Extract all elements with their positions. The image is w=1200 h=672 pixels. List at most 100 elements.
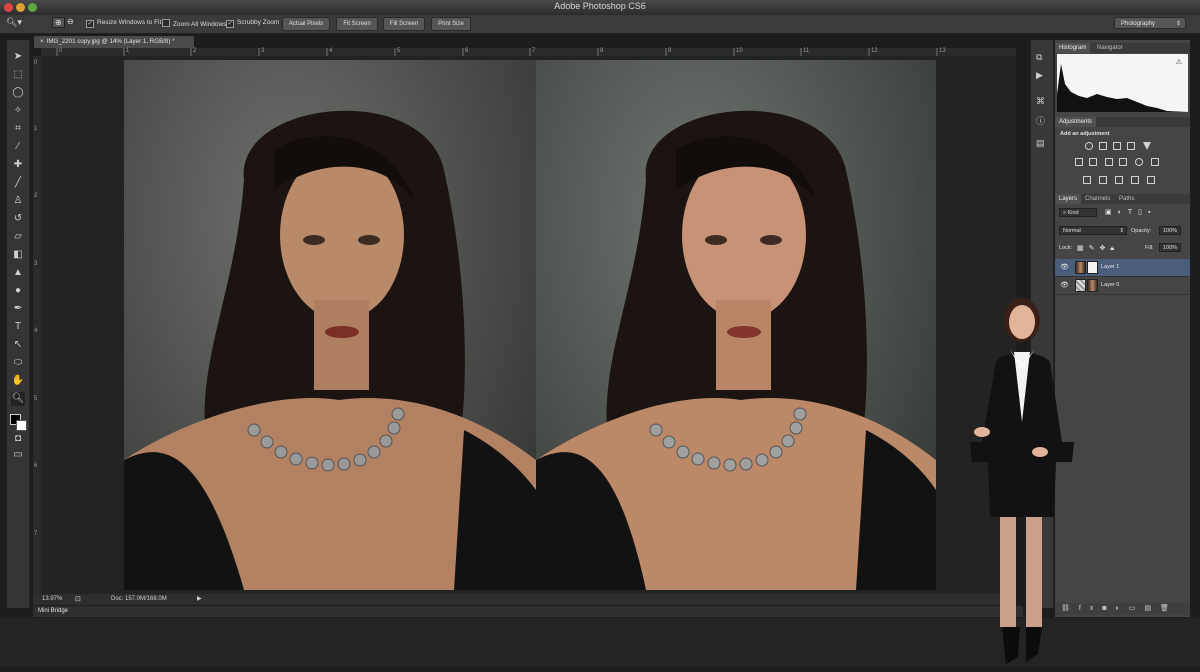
- levels-icon[interactable]: [1099, 142, 1107, 150]
- layer-filter-icons[interactable]: ▣◐T▯▪: [1105, 208, 1156, 216]
- ruler-h-8: 8: [600, 48, 604, 54]
- selective-color-icon[interactable]: [1147, 176, 1155, 184]
- visibility-eye-icon[interactable]: 👁︎: [1060, 259, 1069, 276]
- shape-tool-icon[interactable]: ⬭: [11, 356, 25, 370]
- ruler-h-6: 6: [465, 48, 469, 54]
- actions-panel-icon[interactable]: ▶: [1036, 70, 1043, 81]
- workspace-label: Photography: [1121, 21, 1156, 27]
- invert-icon[interactable]: [1083, 176, 1091, 184]
- ruler-h-11: 11: [803, 48, 810, 54]
- adjustments-tabs: Adjustments: [1055, 117, 1190, 127]
- filter-kind-label: Kind: [1067, 210, 1079, 216]
- portrait-after-image: [536, 60, 936, 590]
- zoom-tool-preset-icon[interactable]: 🔍︎▾: [6, 17, 22, 28]
- type-tool-icon[interactable]: T: [11, 320, 25, 334]
- vibrance-icon[interactable]: [1143, 142, 1151, 150]
- zoom-all-windows-checkbox[interactable]: Zoom All Windows: [162, 19, 226, 28]
- ruler-h-2: 2: [193, 48, 197, 54]
- gradient-tool-icon[interactable]: ◧: [11, 248, 25, 262]
- portrait-after-illustration: [536, 110, 936, 590]
- layer-1-thumbnail: [1075, 261, 1086, 274]
- zoom-level[interactable]: 13.97%: [42, 594, 62, 605]
- lasso-tool-icon[interactable]: ◯: [11, 86, 25, 100]
- brush-tool-icon[interactable]: ╱: [11, 176, 25, 190]
- title-bar: Adobe Photoshop CS6: [0, 0, 1200, 16]
- background-color-swatch[interactable]: [16, 420, 27, 431]
- ruler-h-13: 13: [939, 48, 946, 54]
- screen-mode-icon[interactable]: ▭: [11, 448, 25, 462]
- photo-filter-icon[interactable]: [1119, 158, 1127, 166]
- black-white-icon[interactable]: [1105, 158, 1113, 166]
- blur-tool-icon[interactable]: ▲: [11, 266, 25, 280]
- blend-mode-select[interactable]: Normal ⇕: [1059, 226, 1127, 235]
- fit-screen-button[interactable]: Fit Screen: [336, 17, 378, 31]
- fill-screen-button[interactable]: Fill Screen: [383, 17, 425, 31]
- crop-tool-icon[interactable]: ⌗: [11, 122, 25, 136]
- portrait-before-illustration: [124, 110, 536, 590]
- layer-name: Layer 0: [1101, 282, 1120, 288]
- channel-mixer-icon[interactable]: [1135, 158, 1143, 166]
- color-lookup-icon[interactable]: [1151, 158, 1159, 166]
- status-info-icon[interactable]: ⊡: [75, 594, 81, 605]
- mini-bridge-tab[interactable]: Mini Bridge: [33, 606, 1023, 617]
- healing-brush-tool-icon[interactable]: ✚: [11, 158, 25, 172]
- tab-adjustments[interactable]: Adjustments: [1055, 117, 1097, 127]
- brightness-contrast-icon[interactable]: [1085, 142, 1093, 150]
- document-tab-title: IMG_2201 copy.jpg @ 14% (Layer 1, RGB/8)…: [46, 38, 175, 45]
- zoom-tool-icon[interactable]: 🔍︎: [11, 392, 25, 406]
- posterize-icon[interactable]: [1099, 176, 1107, 184]
- hue-saturation-icon[interactable]: [1075, 158, 1083, 166]
- workspace-selector[interactable]: Photography ⇕: [1114, 17, 1186, 29]
- document-tab[interactable]: × IMG_2201 copy.jpg @ 14% (Layer 1, RGB/8…: [34, 36, 194, 48]
- path-selection-tool-icon[interactable]: ↖: [11, 338, 25, 352]
- gradient-map-icon[interactable]: [1131, 176, 1139, 184]
- tab-channels[interactable]: Channels: [1081, 194, 1114, 204]
- ruler-h-1: 1: [126, 48, 130, 54]
- tab-layers[interactable]: Layers: [1055, 194, 1082, 204]
- tab-navigator[interactable]: Navigator: [1093, 43, 1127, 53]
- threshold-icon[interactable]: [1115, 176, 1123, 184]
- exposure-icon[interactable]: [1127, 142, 1135, 150]
- opacity-label: Opacity:: [1131, 228, 1152, 234]
- quick-mask-icon[interactable]: ◘: [11, 432, 25, 446]
- doc-size: Doc: 157.0M/168.0M: [111, 596, 167, 602]
- layer-1-mask-thumbnail: [1087, 261, 1098, 274]
- info-panel-icon[interactable]: ⓘ: [1036, 114, 1045, 127]
- print-size-button[interactable]: Print Size: [431, 17, 471, 31]
- brush-panel-icon[interactable]: ⌘: [1036, 96, 1045, 107]
- tab-paths[interactable]: Paths: [1115, 194, 1138, 204]
- layer-row-layer-1[interactable]: 👁︎ Layer 1: [1055, 259, 1190, 277]
- curves-icon[interactable]: [1113, 142, 1121, 150]
- zoom-in-icon[interactable]: ⊕: [52, 17, 65, 28]
- properties-panel-icon[interactable]: ▤: [1036, 138, 1045, 149]
- eyedropper-tool-icon[interactable]: ⁄: [11, 140, 25, 154]
- fill-input[interactable]: 100%: [1159, 243, 1181, 252]
- marquee-tool-icon[interactable]: ⬚: [11, 68, 25, 82]
- actual-pixels-button[interactable]: Actual Pixels: [282, 17, 330, 31]
- clone-stamp-tool-icon[interactable]: ♙: [11, 194, 25, 208]
- pen-tool-icon[interactable]: ✒: [11, 302, 25, 316]
- opacity-input[interactable]: 100%: [1159, 226, 1181, 235]
- close-document-icon[interactable]: ×: [40, 38, 44, 45]
- ruler-v-5: 5: [34, 396, 38, 402]
- lock-icons[interactable]: ▦✎✥🔒︎: [1077, 244, 1119, 253]
- zoom-all-windows-label: Zoom All Windows: [173, 21, 227, 28]
- document-canvas[interactable]: [41, 56, 1016, 594]
- layer-filter-kind[interactable]: ⌕ Kind: [1059, 208, 1097, 217]
- eraser-tool-icon[interactable]: ▱: [11, 230, 25, 244]
- quick-select-tool-icon[interactable]: ✧: [11, 104, 25, 118]
- status-menu-arrow-icon[interactable]: ▶: [197, 594, 202, 605]
- history-brush-tool-icon[interactable]: ↺: [11, 212, 25, 226]
- color-balance-icon[interactable]: [1089, 158, 1097, 166]
- tab-histogram[interactable]: Histogram: [1055, 43, 1091, 53]
- warning-triangle-icon[interactable]: ⚠: [1176, 58, 1182, 66]
- resize-windows-checkbox[interactable]: ✓ Resize Windows to Fit: [86, 19, 161, 28]
- move-tool-icon[interactable]: ➤: [11, 50, 25, 64]
- window-title: Adobe Photoshop CS6: [554, 1, 646, 11]
- hand-tool-icon[interactable]: ✋: [11, 374, 25, 388]
- history-panel-icon[interactable]: ⧉: [1036, 52, 1042, 63]
- dodge-tool-icon[interactable]: ●: [11, 284, 25, 298]
- scrubby-zoom-checkbox[interactable]: ✓ Scrubby Zoom: [226, 19, 279, 28]
- zoom-out-icon[interactable]: ⊖: [67, 17, 74, 26]
- ruler-h-3: 3: [261, 48, 265, 54]
